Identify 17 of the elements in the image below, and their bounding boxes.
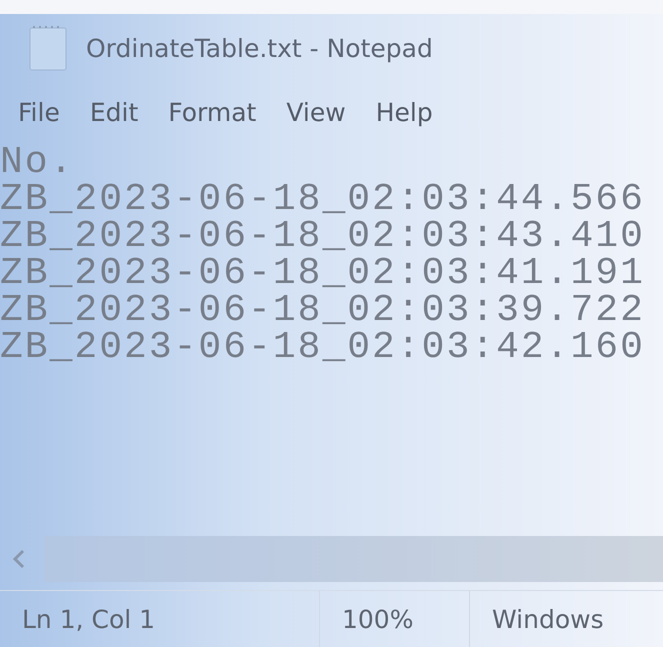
menu-item[interactable]: Help xyxy=(376,98,433,126)
text-line: ZB_2023-06-18_02:03:42.160 xyxy=(0,329,646,366)
scroll-left-icon[interactable] xyxy=(12,549,26,569)
text-line: ZB_2023-06-18_02:03:41.191 xyxy=(0,255,646,292)
text-line: ZB_2023-06-18_02:03:43.410 xyxy=(0,218,646,255)
menu-item[interactable]: Edit xyxy=(90,98,138,126)
zoom-level: 100% xyxy=(320,591,470,647)
text-line: ZB_2023-06-18_02:03:39.722 xyxy=(0,292,646,329)
menu-item[interactable]: View xyxy=(286,98,346,126)
menu-item[interactable]: File xyxy=(18,98,60,126)
text-line: ZB_2023-06-18_02:03:44.566 xyxy=(0,181,646,218)
cursor-position: Ln 1, Col 1 xyxy=(0,591,320,647)
line-ending: Windows xyxy=(491,604,605,636)
window-title: OrdinateTable.txt - Notepad xyxy=(86,34,433,62)
horizontal-scrollbar[interactable] xyxy=(44,536,663,582)
text-line: No. xyxy=(0,144,74,181)
menu-item[interactable]: Format xyxy=(168,98,256,126)
